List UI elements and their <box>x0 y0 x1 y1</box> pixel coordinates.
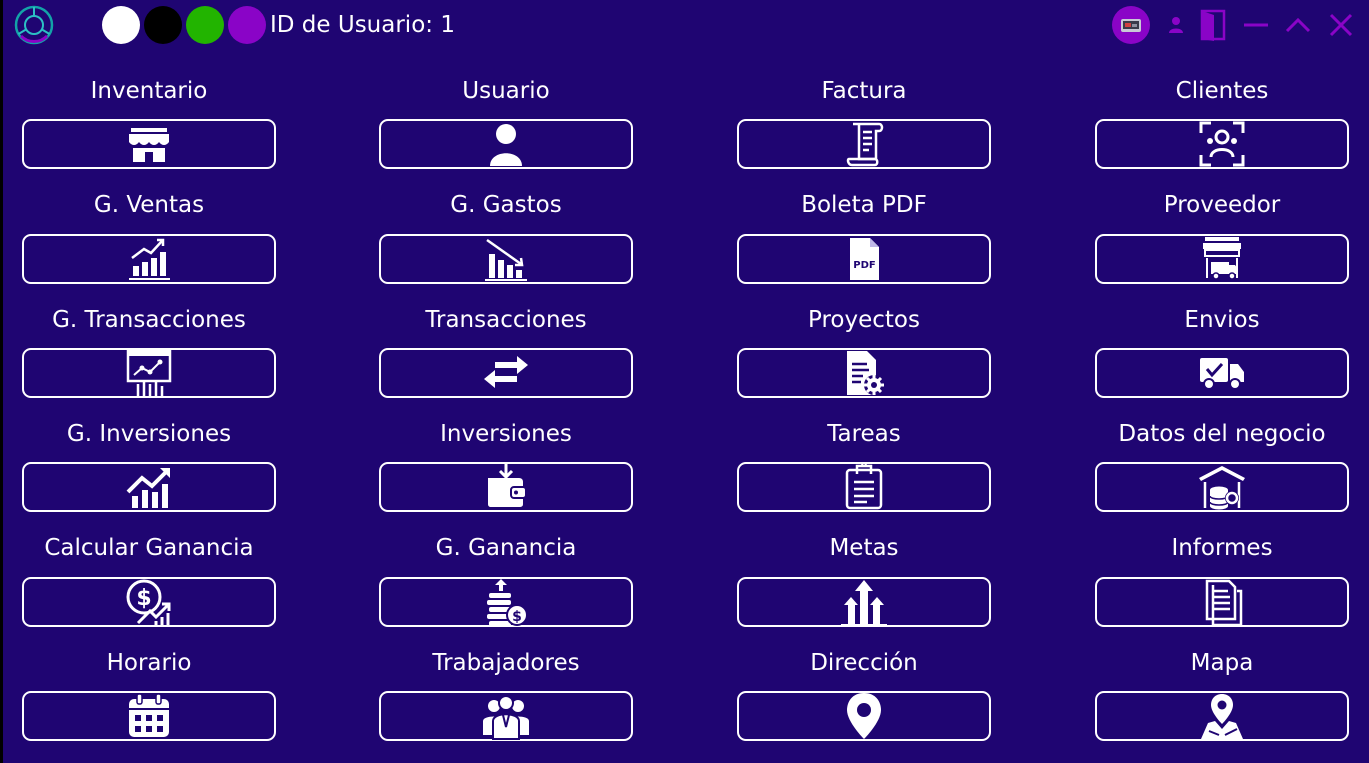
module-button-mapa[interactable] <box>1095 691 1349 741</box>
module-button-proveedor[interactable] <box>1095 234 1349 284</box>
module-label-tareas: Tareas <box>827 421 901 447</box>
module-label-g-transacciones: G. Transacciones <box>52 307 246 333</box>
module-button-g-gastos[interactable] <box>379 234 633 284</box>
app-window: ID de Usuario: 1 Inventario Usuario Fact… <box>3 0 1369 763</box>
module-label-clientes: Clientes <box>1175 78 1269 104</box>
module-label-metas: Metas <box>829 535 899 561</box>
module-label-proyectos: Proyectos <box>808 307 920 333</box>
pdf-file-icon: PDF <box>850 238 879 280</box>
map-pin-icon <box>1201 694 1243 739</box>
theme-black-button[interactable] <box>144 6 182 44</box>
module-button-g-transacciones[interactable] <box>22 348 276 398</box>
sales-chart-icon <box>129 238 170 280</box>
module-button-g-ventas[interactable] <box>22 234 276 284</box>
module-label-datos-del-negocio: Datos del negocio <box>1118 421 1326 447</box>
location-pin-icon <box>847 693 881 739</box>
svg-text:$: $ <box>512 609 522 625</box>
module-button-transacciones[interactable] <box>379 348 633 398</box>
module-button-envios[interactable] <box>1095 348 1349 398</box>
wallet-icon <box>488 464 527 507</box>
user-icon <box>1169 17 1183 33</box>
svg-text:PDF: PDF <box>853 260 875 271</box>
app-logo-icon <box>14 5 54 45</box>
module-button-g-ganancia[interactable]: $ <box>379 577 633 627</box>
logout-button[interactable] <box>1198 6 1230 44</box>
goals-arrows-icon <box>841 580 887 626</box>
logout-door-icon <box>1200 9 1226 41</box>
workers-group-icon <box>483 695 529 740</box>
close-icon <box>1329 13 1353 37</box>
supplier-truck-icon <box>1203 237 1241 280</box>
clipboard-icon <box>845 462 883 510</box>
minimize-icon <box>1244 23 1268 27</box>
module-button-proyectos[interactable] <box>737 348 991 398</box>
theme-green-button[interactable] <box>186 6 224 44</box>
module-label-g-ventas: G. Ventas <box>93 192 205 218</box>
theme-purple-button[interactable] <box>228 6 266 44</box>
project-doc-gear-icon <box>847 351 884 395</box>
module-label-horario: Horario <box>106 650 192 676</box>
module-button-direccion[interactable] <box>737 691 991 741</box>
module-button-boleta-pdf[interactable]: PDF <box>737 234 991 284</box>
module-button-g-inversiones[interactable] <box>22 462 276 512</box>
module-label-usuario: Usuario <box>462 78 550 104</box>
module-label-trabajadores: Trabajadores <box>432 650 580 676</box>
transfer-arrows-icon <box>484 356 528 388</box>
module-button-tareas[interactable] <box>737 462 991 512</box>
module-button-trabajadores[interactable] <box>379 691 633 741</box>
title-bar: ID de Usuario: 1 <box>3 0 1369 54</box>
maximize-icon <box>1285 17 1311 33</box>
invoice-scroll-icon <box>846 122 884 167</box>
delivery-truck-icon <box>1200 358 1244 390</box>
module-label-inventario: Inventario <box>90 78 208 104</box>
clients-scan-icon <box>1199 121 1245 167</box>
module-label-proveedor: Proveedor <box>1163 192 1281 218</box>
module-button-usuario[interactable] <box>379 119 633 169</box>
investment-growth-icon <box>126 468 170 508</box>
expenses-chart-icon <box>485 238 527 281</box>
transactions-board-icon <box>126 349 172 396</box>
module-button-horario[interactable] <box>22 691 276 741</box>
coins-stack-icon: $ <box>487 579 528 626</box>
module-label-envios: Envios <box>1184 307 1260 333</box>
module-label-mapa: Mapa <box>1190 650 1254 676</box>
module-button-informes[interactable] <box>1095 577 1349 627</box>
module-button-inversiones[interactable] <box>379 462 633 512</box>
module-label-factura: Factura <box>821 78 907 104</box>
module-label-g-gastos: G. Gastos <box>450 192 562 218</box>
profile-photo-button[interactable] <box>1112 6 1150 44</box>
svg-text:$: $ <box>136 586 151 611</box>
reports-icon <box>1205 579 1243 627</box>
theme-white-button[interactable] <box>102 6 140 44</box>
module-label-direccion: Dirección <box>810 650 918 676</box>
minimize-button[interactable] <box>1240 6 1272 44</box>
user-button[interactable] <box>1162 6 1190 44</box>
store-icon <box>129 128 169 162</box>
module-label-inversiones: Inversiones <box>440 421 572 447</box>
profile-photo-icon <box>1112 6 1150 44</box>
calendar-icon <box>129 693 169 737</box>
module-button-datos-del-negocio[interactable] <box>1095 462 1349 512</box>
module-label-boleta-pdf: Boleta PDF <box>801 192 927 218</box>
user-id-label: ID de Usuario: 1 <box>270 12 455 38</box>
maximize-button[interactable] <box>1282 6 1314 44</box>
module-button-factura[interactable] <box>737 119 991 169</box>
module-button-clientes[interactable] <box>1095 119 1349 169</box>
module-label-g-ganancia: G. Ganancia <box>435 535 577 561</box>
module-label-g-inversiones: G. Inversiones <box>66 421 232 447</box>
profit-calc-icon: $ <box>126 579 171 625</box>
business-data-icon <box>1199 466 1245 510</box>
user-icon <box>490 124 522 166</box>
close-button[interactable] <box>1325 6 1357 44</box>
module-button-inventario[interactable] <box>22 119 276 169</box>
module-button-calcular-ganancia[interactable]: $ <box>22 577 276 627</box>
module-button-metas[interactable] <box>737 577 991 627</box>
module-label-calcular-ganancia: Calcular Ganancia <box>44 535 254 561</box>
module-label-transacciones: Transacciones <box>425 307 587 333</box>
module-label-informes: Informes <box>1171 535 1273 561</box>
